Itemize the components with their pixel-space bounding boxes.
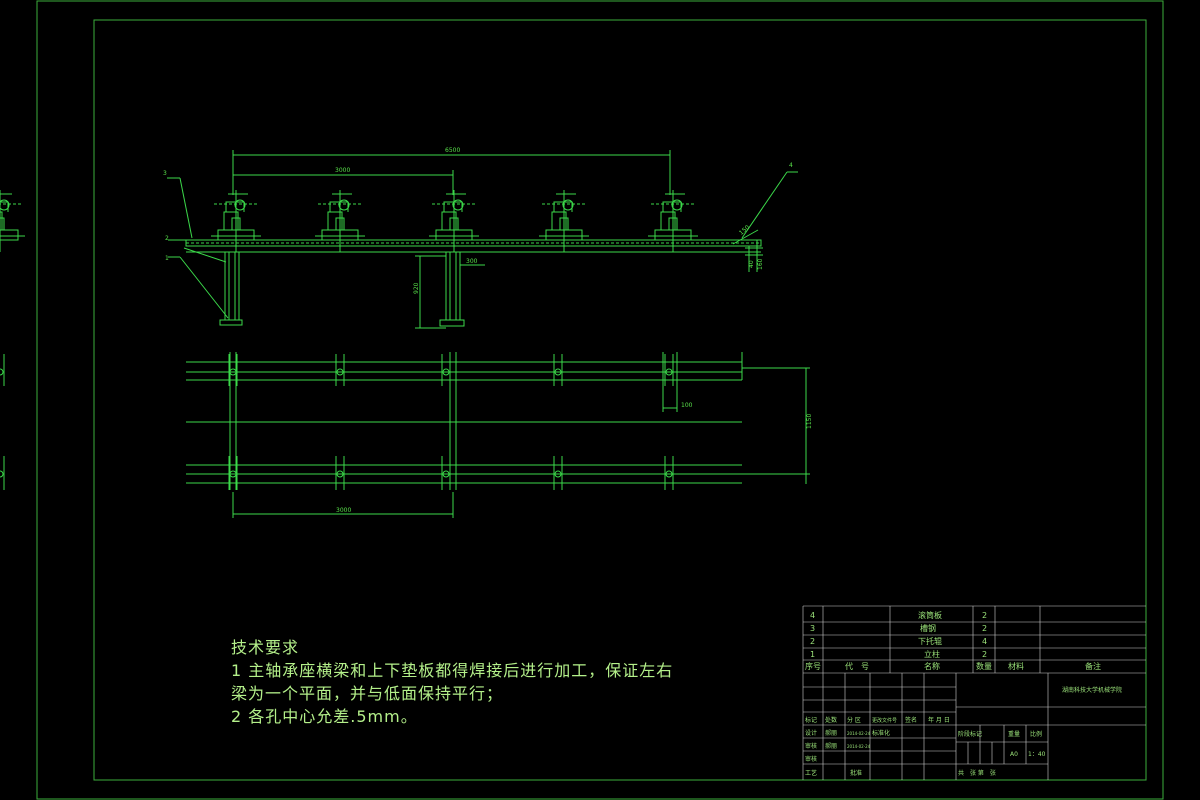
tb-date: 年 月 日 [928, 716, 950, 724]
tb-standard: 标准化 [872, 729, 890, 737]
dim-hole-offset: 100 [681, 402, 693, 409]
tb-date2: 2014-02-24 [847, 744, 871, 749]
tb-date1: 2014-02-24 [847, 731, 871, 736]
tb-check: 审核 [805, 742, 817, 750]
tb-stage: 阶段标记 [958, 730, 982, 738]
tb-size: A0 [1010, 751, 1018, 758]
front-view [167, 150, 798, 329]
bom-header-remark: 备注 [1085, 661, 1101, 671]
notes-line-1: 1 主轴承座横梁和上下垫板都得焊接后进行加工，保证左右 [231, 661, 674, 680]
bom-header-material: 材料 [1008, 661, 1024, 671]
dim-overall: 6500 [445, 147, 460, 154]
tb-count: 处数 [825, 716, 837, 724]
bearing-unit [0, 190, 25, 252]
bom-row-2-no: 2 [810, 637, 815, 646]
notes-title: 技术要求 [231, 638, 300, 657]
balloon-2: 2 [165, 235, 169, 242]
tb-checker: 郝丽 [825, 742, 837, 750]
dim-spacing-top: 3000 [335, 167, 350, 174]
tb-change-doc: 更改文件号 [872, 717, 897, 724]
dim-r2: 160 [757, 258, 764, 270]
tb-sign: 签名 [905, 716, 917, 724]
notes-line-2: 梁为一个平面，并与低面保持平行； [231, 684, 504, 703]
dim-width: 1150 [806, 414, 813, 429]
bom-row-2-qty: 4 [982, 637, 987, 646]
balloon-1: 1 [165, 255, 169, 262]
bom-header-name: 名称 [924, 661, 940, 671]
bom-row-1-no: 1 [810, 650, 815, 659]
dim-height: 920 [413, 282, 420, 294]
bom-row-1-name: 立柱 [924, 649, 940, 659]
tb-zone: 分 区 [847, 716, 861, 724]
tb-review: 审核 [805, 755, 817, 763]
tb-process: 工艺 [805, 769, 817, 777]
company-name: 湖南科技大学机械学院 [1062, 686, 1122, 694]
bom-row-4-qty: 2 [982, 611, 987, 620]
tb-scale-val: 1：40 [1028, 751, 1046, 758]
bom-row-1-qty: 2 [982, 650, 987, 659]
bom-header-code: 代 号 [845, 661, 869, 671]
hole-pair [0, 354, 5, 490]
bom-header-no: 序号 [805, 661, 821, 671]
dim-spacing-bottom: 3000 [336, 507, 351, 514]
dim-r1: 40 [748, 260, 755, 268]
technical-requirements: 技术要求 1 主轴承座横梁和上下垫板都得焊接后进行加工，保证左右 梁为一个平面，… [231, 636, 673, 728]
tb-weight: 重量 [1008, 730, 1020, 738]
bom-row-3-qty: 2 [982, 624, 987, 633]
bom-row-3-no: 3 [810, 624, 815, 633]
bom-row-4-name: 滚筒板 [918, 610, 942, 620]
dim-plate: 300 [466, 258, 478, 265]
plan-view [186, 352, 810, 518]
tb-sheets: 共 张 第 张 [958, 769, 996, 777]
bom-row-2-name: 下托辊 [918, 636, 942, 646]
tb-design: 设计 [805, 729, 817, 737]
bom-header-qty: 数量 [976, 661, 992, 671]
balloon-3: 3 [163, 170, 167, 177]
tb-mark: 标记 [805, 716, 817, 724]
balloon-4: 4 [789, 162, 793, 169]
bom-row-3-name: 槽钢 [920, 623, 936, 633]
tb-designer: 郝丽 [825, 729, 837, 737]
tb-approve: 批准 [850, 769, 862, 777]
notes-line-3: 2 各孔中心允差.5mm。 [231, 707, 418, 726]
bom-row-4-no: 4 [810, 611, 815, 620]
tb-scale: 比例 [1030, 730, 1042, 738]
